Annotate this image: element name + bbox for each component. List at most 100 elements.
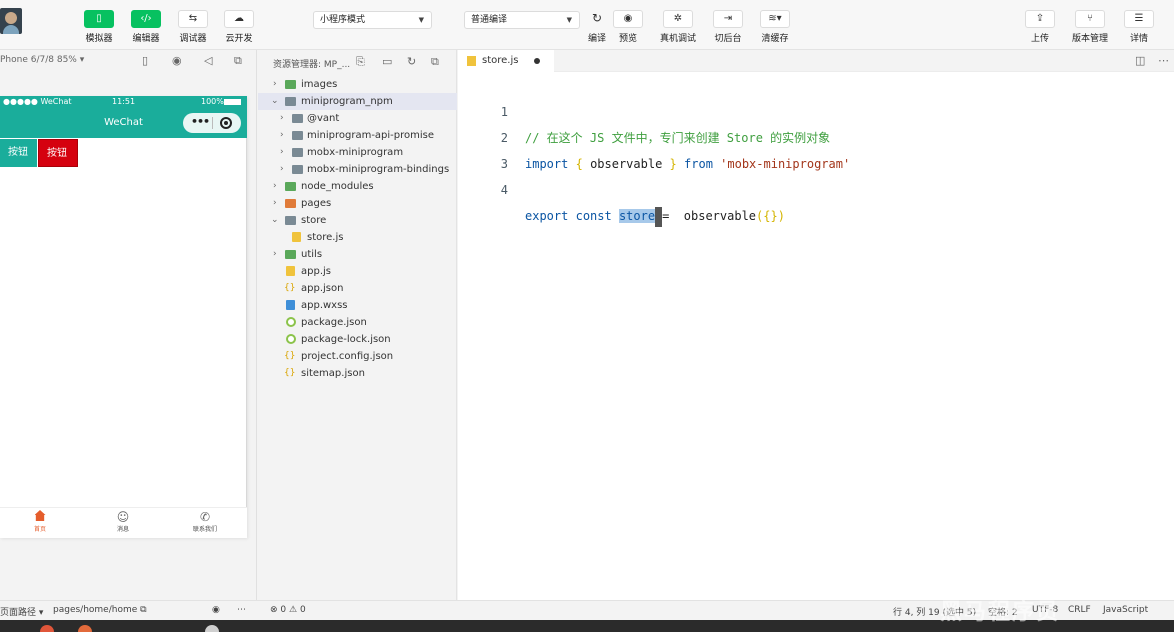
app-icon[interactable]	[205, 625, 219, 632]
line-ending[interactable]: CRLF	[1068, 605, 1091, 615]
more-icon[interactable]: ⋯	[237, 605, 246, 615]
phone-call-icon: ✆	[199, 510, 211, 524]
phone-icon[interactable]: ▯	[142, 54, 148, 67]
device-select[interactable]: Phone 6/7/8 85% ▾	[0, 55, 84, 65]
tree-item-api-promise[interactable]: › miniprogram-api-promise	[258, 127, 457, 144]
preview-button[interactable]: ◉ 预览	[610, 10, 646, 44]
remote-debug-button[interactable]: ✲ 真机调试	[660, 10, 696, 44]
chevron-right-icon: ›	[273, 198, 277, 208]
tab-contact[interactable]: ✆ 联系我们	[175, 510, 235, 533]
folder-open-icon	[285, 216, 296, 225]
version-button[interactable]: ⑂ 版本管理	[1072, 10, 1108, 44]
chevron-down-icon: ⌄	[271, 96, 279, 106]
version-label: 版本管理	[1071, 34, 1108, 44]
simulator-button[interactable]: ▯ 模拟器	[81, 10, 117, 44]
close-icon[interactable]	[220, 117, 232, 129]
more-icon[interactable]: •••	[191, 115, 210, 128]
record-icon[interactable]: ◉	[172, 54, 182, 67]
sound-icon[interactable]: ◁	[204, 54, 212, 67]
app-icon[interactable]	[40, 625, 54, 632]
tree-item-package-lock[interactable]: package-lock.json	[258, 331, 457, 348]
tab-home-label: 首页	[33, 526, 46, 533]
js-file-icon	[286, 266, 295, 276]
folder-icon	[292, 148, 303, 157]
menu-capsule[interactable]: •••	[183, 113, 241, 133]
mode-select[interactable]: 小程序模式 ▼	[313, 11, 432, 29]
more-icon[interactable]: ⋯	[1158, 54, 1169, 67]
page-path[interactable]: pages/home/home ⧉	[53, 605, 147, 615]
carrier: ●●●●● WeChat	[3, 97, 72, 106]
battery-icon	[224, 99, 241, 105]
tree-item-app-js[interactable]: app.js	[258, 263, 457, 280]
editor-tab-bar: store.js ◫ ⋯	[458, 50, 1174, 72]
folder-open-icon	[285, 97, 296, 106]
css-file-icon	[286, 300, 295, 310]
code-line-3[interactable]: 3	[458, 125, 1174, 171]
tree-label: miniprogram_npm	[301, 96, 393, 107]
tree-item-store-js[interactable]: store.js	[258, 229, 457, 246]
tree-label: package-lock.json	[301, 334, 391, 345]
tree-label: utils	[301, 249, 323, 260]
split-editor-icon[interactable]: ◫	[1135, 54, 1145, 67]
tab-messages[interactable]: ☺ 消息	[93, 510, 153, 533]
compile-select[interactable]: 普通编译 ▼	[464, 11, 580, 29]
tab-store-js[interactable]: store.js	[458, 50, 554, 72]
unsaved-dot-icon[interactable]	[534, 58, 540, 64]
refresh-icon[interactable]: ↻	[407, 55, 416, 68]
phone-screen: ●●●●● WeChat 11:51 100% WeChat ••• 按钮 按钮…	[0, 96, 247, 538]
tree-item-mobx-miniprogram[interactable]: › mobx-miniprogram	[258, 144, 457, 161]
code-line-1[interactable]: 1 // 在这个 JS 文件中，专门来创建 Store 的实例对象	[458, 73, 1174, 145]
collapse-icon[interactable]: ⧉	[431, 55, 439, 69]
details-button[interactable]: ☰ 详情	[1121, 10, 1157, 44]
selected-text[interactable]: store	[618, 209, 656, 223]
video-watermark: 黑马程序员	[940, 600, 1061, 625]
tree-item-images[interactable]: › images	[258, 76, 457, 93]
app-icon[interactable]	[78, 625, 92, 632]
new-folder-icon[interactable]: ▭	[382, 55, 392, 68]
tree-item-mobx-bindings[interactable]: › mobx-miniprogram-bindings	[258, 161, 457, 178]
tree-item-vant[interactable]: › @vant	[258, 110, 457, 127]
page-path-toggle[interactable]: 页面路径 ▾	[0, 605, 43, 618]
popout-icon[interactable]: ⧉	[234, 54, 242, 68]
tree-item-package-json[interactable]: package.json	[258, 314, 457, 331]
tree-item-store[interactable]: ⌄ store	[258, 212, 457, 229]
tree-item-sitemap[interactable]: {} sitemap.json	[258, 365, 457, 382]
editor-button[interactable]: ‹/› 编辑器	[128, 10, 164, 44]
preview-label: 预览	[618, 34, 637, 44]
problems-indicator[interactable]: ⊗ 0 ⚠ 0	[270, 605, 306, 615]
tree-item-app-wxss[interactable]: app.wxss	[258, 297, 457, 314]
tree-item-project-config[interactable]: {} project.config.json	[258, 348, 457, 365]
page-button-danger[interactable]: 按钮	[38, 139, 78, 167]
tree-item-miniprogram-npm[interactable]: ⌄ miniprogram_npm	[258, 93, 457, 110]
tree-item-pages[interactable]: › pages	[258, 195, 457, 212]
code-line-4[interactable]: 4 export const store = observable({})	[458, 151, 1174, 227]
eye-icon[interactable]: ◉	[212, 605, 220, 615]
tree-item-node-modules[interactable]: › node_modules	[258, 178, 457, 195]
tree-item-utils[interactable]: › utils	[258, 246, 457, 263]
tree-label: images	[301, 79, 338, 90]
code-line-2[interactable]: 2 import { observable } from 'mobx-minip…	[458, 99, 1174, 171]
tree-item-app-json[interactable]: {} app.json	[258, 280, 457, 297]
switch-icon: ⇥	[713, 10, 743, 28]
layers-icon: ≋▾	[760, 10, 790, 28]
new-file-icon[interactable]: ⎘	[356, 55, 365, 69]
clear-cache-button[interactable]: ≋▾ 清缓存	[757, 10, 793, 44]
tree-label: app.wxss	[301, 300, 348, 311]
page-button-primary[interactable]: 按钮	[0, 139, 37, 167]
upload-button[interactable]: ⇪ 上传	[1022, 10, 1058, 44]
cloud-button[interactable]: ☁ 云开发	[221, 10, 257, 44]
background-label: 切后台	[714, 34, 742, 44]
phone-icon: ▯	[84, 10, 114, 28]
debugger-button[interactable]: ⇆ 调试器	[175, 10, 211, 44]
background-button[interactable]: ⇥ 切后台	[710, 10, 746, 44]
folder-icon	[285, 80, 296, 89]
chevron-right-icon: ›	[273, 79, 277, 89]
editor-label: 编辑器	[132, 34, 160, 44]
language-mode[interactable]: JavaScript	[1103, 605, 1148, 615]
page-path-value: pages/home/home	[53, 605, 138, 615]
tree-label: @vant	[307, 113, 340, 124]
avatar[interactable]	[0, 8, 22, 34]
tree-label: app.json	[301, 283, 344, 294]
tab-home[interactable]: 首页	[10, 510, 70, 533]
details-label: 详情	[1129, 34, 1148, 44]
